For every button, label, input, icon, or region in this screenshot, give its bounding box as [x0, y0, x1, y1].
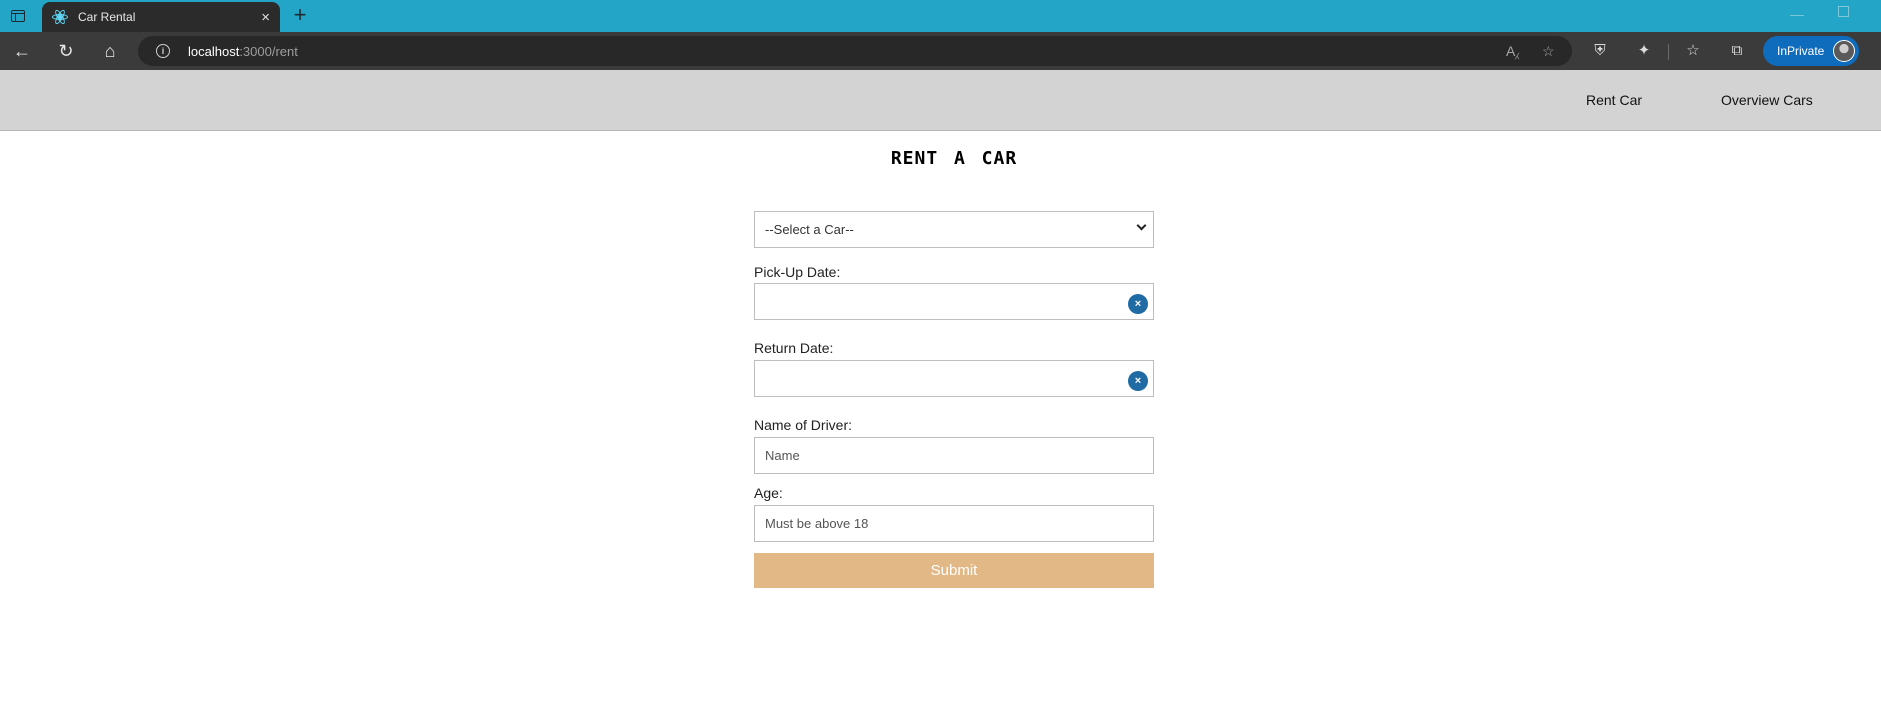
age-input[interactable]: [754, 505, 1154, 542]
avatar: [1833, 40, 1855, 62]
return-date-label: Return Date:: [754, 340, 834, 356]
react-favicon-icon: [52, 8, 68, 26]
app-navbar: Rent Car Overview Cars: [0, 70, 1881, 131]
minimize-icon[interactable]: —: [1790, 6, 1804, 22]
browser-toolbar: ← ↻ ⌂ i localhost:3000/rent A⁁ ☆ ⛨ ✦ ☆ ⧉…: [0, 32, 1881, 70]
refresh-icon[interactable]: ↻: [54, 39, 78, 63]
home-icon[interactable]: ⌂: [98, 39, 122, 63]
pickup-date-input[interactable]: ×: [754, 283, 1154, 320]
address-bar[interactable]: i localhost:3000/rent A⁁ ☆: [138, 36, 1572, 66]
car-select[interactable]: --Select a Car--: [754, 211, 1154, 248]
favorite-add-icon[interactable]: ☆: [1542, 43, 1555, 60]
page-title: RENT A CAR: [890, 148, 1018, 169]
return-clear-icon[interactable]: ×: [1128, 371, 1148, 391]
extensions-icon[interactable]: ✦: [1634, 41, 1654, 61]
return-date-input[interactable]: ×: [754, 360, 1154, 397]
url-text[interactable]: localhost:3000/rent: [188, 44, 298, 59]
driver-name-label: Name of Driver:: [754, 417, 853, 433]
toolbar-divider: [1668, 44, 1669, 60]
url-path: :3000/rent: [239, 44, 298, 59]
inprivate-button[interactable]: InPrivate: [1763, 36, 1859, 66]
submit-button[interactable]: Submit: [754, 553, 1154, 588]
restore-icon[interactable]: [1838, 6, 1849, 17]
nav-overview-cars[interactable]: Overview Cars: [1721, 92, 1813, 108]
back-icon[interactable]: ←: [10, 39, 34, 63]
collections-icon[interactable]: ⧉: [1727, 41, 1747, 61]
nav-rent-car[interactable]: Rent Car: [1586, 92, 1642, 108]
close-tab-icon[interactable]: ×: [261, 10, 270, 25]
read-aloud-icon[interactable]: A⁁: [1506, 43, 1519, 60]
tab-title: Car Rental: [78, 10, 136, 24]
browser-tabstrip: Car Rental × + —: [0, 0, 1881, 32]
driver-name-input[interactable]: [754, 437, 1154, 474]
pickup-date-label: Pick-Up Date:: [754, 264, 841, 280]
inprivate-label: InPrivate: [1777, 44, 1825, 58]
info-icon[interactable]: i: [156, 44, 170, 58]
new-tab-icon[interactable]: +: [288, 4, 312, 28]
tab-actions-icon[interactable]: [6, 6, 30, 26]
pickup-clear-icon[interactable]: ×: [1128, 294, 1148, 314]
car-select-value: --Select a Car--: [765, 222, 854, 237]
chevron-down-icon: [1136, 220, 1147, 231]
age-label: Age:: [754, 485, 783, 501]
shield-icon[interactable]: ⛨: [1590, 41, 1610, 61]
favorites-icon[interactable]: ☆: [1683, 41, 1703, 61]
url-host: localhost: [188, 44, 240, 59]
browser-tab[interactable]: Car Rental ×: [42, 2, 280, 32]
